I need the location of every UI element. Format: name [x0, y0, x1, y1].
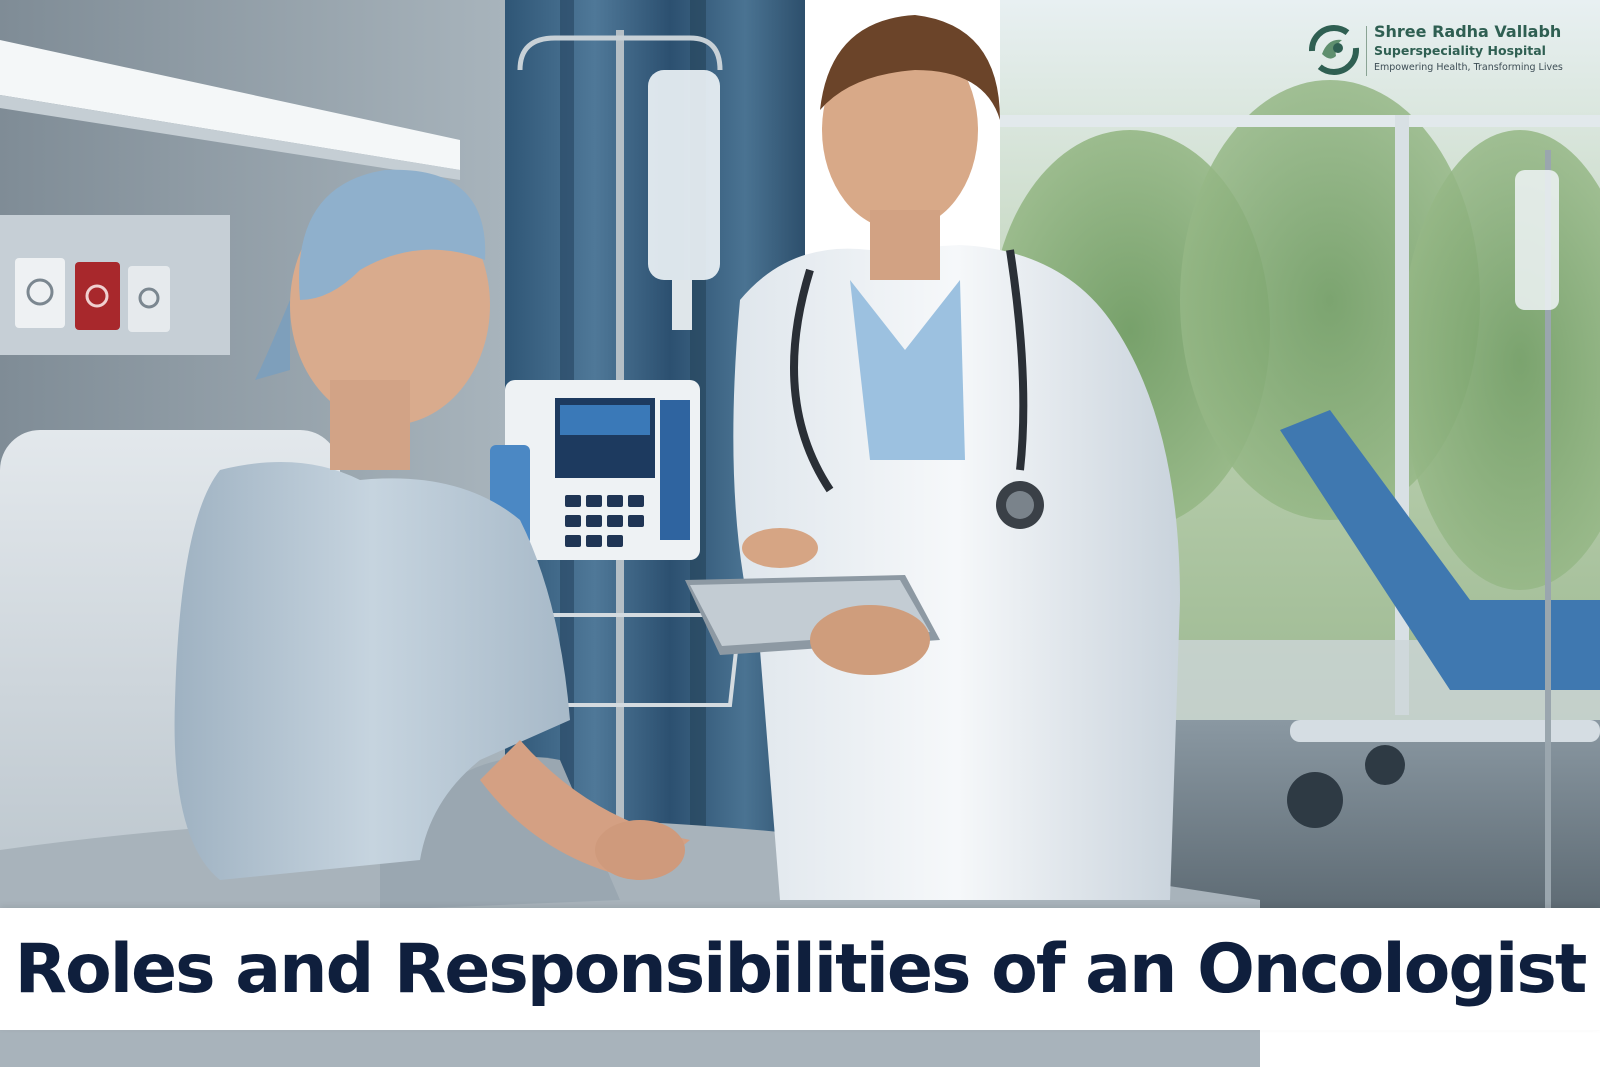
logo-text: Shree Radha Vallabh Superspeciality Hosp… [1374, 22, 1594, 75]
hospital-emblem-icon [1309, 25, 1359, 75]
banner: Shree Radha Vallabh Superspeciality Hosp… [0, 0, 1600, 1067]
headline: Roles and Responsibilities of an Oncolog… [14, 929, 1588, 1009]
hospital-subtitle: Superspeciality Hospital [1374, 43, 1546, 58]
headline-band: Roles and Responsibilities of an Oncolog… [0, 908, 1600, 1030]
hospital-tagline: Empowering Health, Transforming Lives [1374, 62, 1563, 73]
logo-divider [1366, 26, 1367, 76]
hospital-name: Shree Radha Vallabh [1374, 22, 1562, 41]
hospital-logo: Shree Radha Vallabh Superspeciality Hosp… [1308, 20, 1593, 82]
hospital-room-photo [0, 0, 1600, 1067]
